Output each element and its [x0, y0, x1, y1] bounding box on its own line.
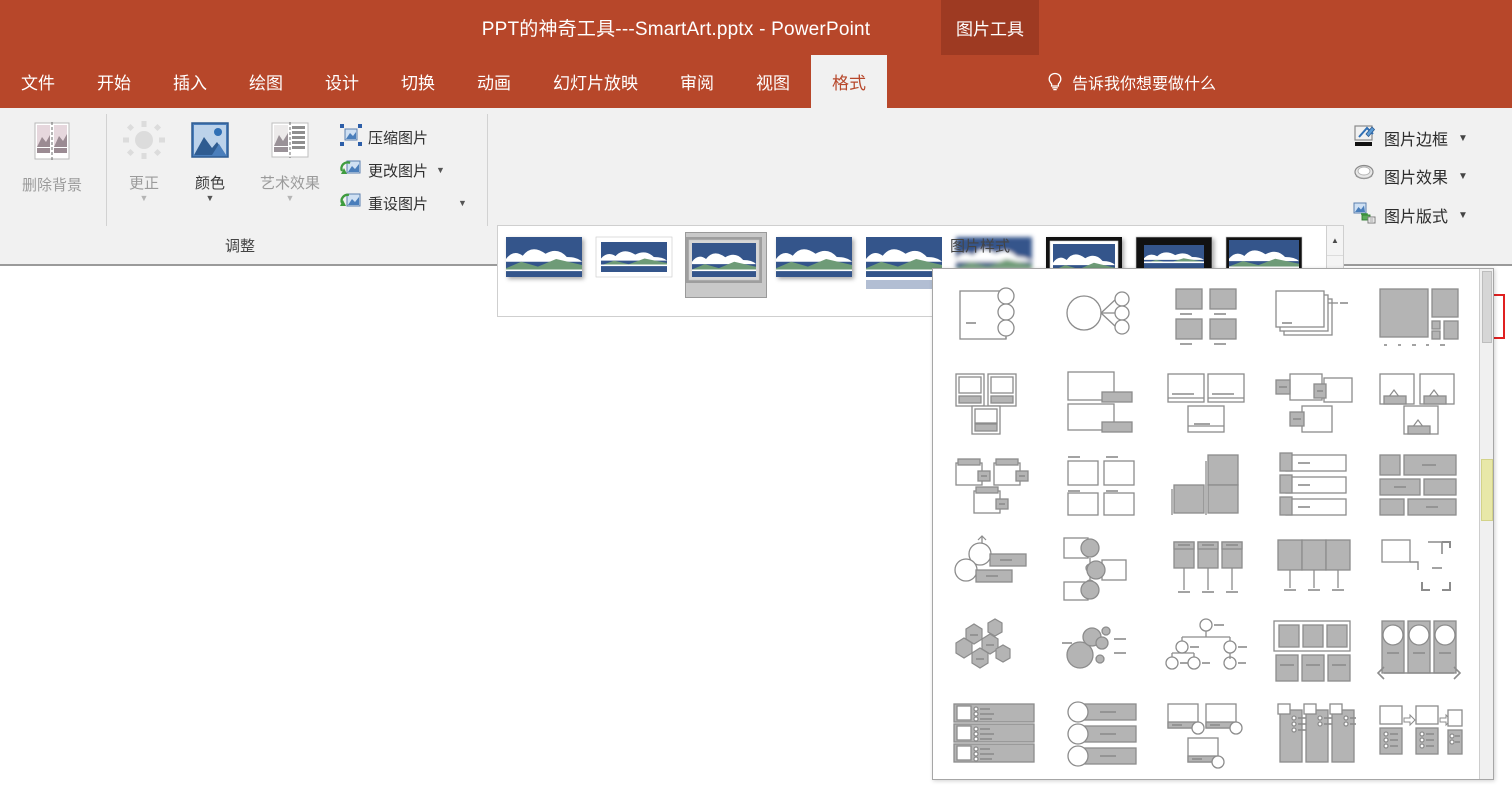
- chevron-down-icon[interactable]: ▼: [436, 165, 445, 175]
- color-button[interactable]: 颜色 ▼: [182, 120, 238, 203]
- picture-layout-item-alternating-picture-blocks[interactable]: [1259, 690, 1365, 773]
- contextual-tab-group-label: 图片工具: [941, 0, 1039, 55]
- window-title: PPT的神奇工具---SmartArt.pptx - PowerPoint: [481, 19, 871, 40]
- ribbon: 删除背景 更正 ▼ 颜色 ▼ 艺术效果 ▼ 压缩图片 更改图片 ▼ 重设图片 ▼…: [0, 108, 1512, 487]
- group-label-picture-styles: 图片样式: [949, 238, 1010, 255]
- picture-layout-item-snapshot-picture-list[interactable]: [1153, 524, 1259, 607]
- picture-layout-item-titled-picture-blocks[interactable]: [1365, 607, 1471, 690]
- powerpoint-window: PPT的神奇工具---SmartArt.pptx - PowerPoint 图片…: [0, 0, 1512, 789]
- change-picture-icon: [340, 157, 362, 184]
- compress-picture-icon: [340, 123, 362, 151]
- reset-picture-button[interactable]: 重设图片 ▼: [340, 188, 467, 218]
- picture-layout-item-titled-picture-accent-list[interactable]: [1259, 607, 1365, 690]
- ribbon-tab-2[interactable]: 插入: [152, 55, 228, 108]
- remove-background-label: 删除背景: [21, 177, 82, 194]
- dropdown-scrollbar[interactable]: [1479, 269, 1493, 779]
- ribbon-tab-9[interactable]: 视图: [735, 55, 811, 108]
- picture-layout-item-picture-lineup[interactable]: [1259, 441, 1365, 524]
- chevron-down-icon[interactable]: ▼: [1458, 133, 1468, 144]
- picture-layout-item-spiral-picture[interactable]: [1259, 524, 1365, 607]
- artistic-effects-icon: [268, 120, 312, 169]
- color-label: 颜色: [194, 175, 225, 192]
- chevron-down-icon[interactable]: ▼: [1458, 171, 1468, 182]
- picture-layout-label: 图片版式: [1384, 209, 1449, 226]
- ribbon-tab-0[interactable]: 文件: [0, 55, 76, 108]
- picture-layout-item-bubble-picture-list[interactable]: [1153, 275, 1259, 358]
- tell-me-label: 告诉我你想要做什么: [1072, 75, 1217, 93]
- ribbon-tab-3[interactable]: 绘图: [228, 55, 304, 108]
- picture-layout-item-accented-picture[interactable]: [941, 275, 1047, 358]
- picture-layout-item-theme-picture-alternating[interactable]: [1047, 607, 1153, 690]
- ribbon-tab-5[interactable]: 切换: [380, 55, 456, 108]
- picture-layout-item-picture-caption-list[interactable]: [1047, 441, 1153, 524]
- picture-border-button[interactable]: 图片边框 ▼: [1353, 122, 1468, 154]
- ribbon-group-labels: 调整 图片样式: [0, 233, 1512, 487]
- remove-background-icon: [30, 120, 74, 171]
- group-label-adjust: 调整: [224, 238, 255, 255]
- picture-layout-item-continuous-picture-list[interactable]: [941, 358, 1047, 441]
- artistic-effects-label: 艺术效果: [259, 175, 320, 192]
- picture-layout-grid: [941, 275, 1471, 773]
- ribbon-tab-10[interactable]: 格式: [811, 55, 887, 108]
- color-icon: [188, 120, 232, 169]
- corrections-button[interactable]: 更正 ▼: [116, 120, 172, 203]
- dropdown-scroll-marker: [1481, 459, 1493, 521]
- remove-background-button[interactable]: 删除背景: [8, 120, 96, 195]
- lightbulb-icon: [1047, 72, 1063, 92]
- chevron-down-icon[interactable]: ▼: [1458, 210, 1468, 221]
- chevron-down-icon[interactable]: ▼: [286, 194, 295, 203]
- picture-layout-item-picture-accent-list[interactable]: [1365, 358, 1471, 441]
- change-picture-button[interactable]: 更改图片 ▼: [340, 155, 445, 185]
- reset-picture-label: 重设图片: [368, 195, 429, 213]
- picture-layout-icon: [1353, 201, 1377, 230]
- picture-effects-icon: [1353, 162, 1377, 191]
- picture-border-icon: [1353, 124, 1377, 153]
- picture-layout-item-radial-picture-list[interactable]: [1047, 524, 1153, 607]
- ribbon-tab-8[interactable]: 审阅: [659, 55, 735, 108]
- compress-picture-label: 压缩图片: [368, 129, 429, 147]
- picture-layout-item-theme-picture-grid[interactable]: [1153, 607, 1259, 690]
- picture-border-label: 图片边框: [1384, 132, 1449, 149]
- picture-layout-item-bending-picture-caption[interactable]: [1047, 275, 1153, 358]
- picture-layout-item-circular-picture-callout[interactable]: [1365, 275, 1471, 358]
- picture-layout-item-picture-accent-process[interactable]: [941, 441, 1047, 524]
- ribbon-tab-1[interactable]: 开始: [76, 55, 152, 108]
- picture-effects-button[interactable]: 图片效果 ▼: [1353, 160, 1468, 192]
- picture-layout-item-bending-picture-semi-transparent[interactable]: [1365, 690, 1471, 773]
- ribbon-tab-6[interactable]: 动画: [456, 55, 532, 108]
- ribbon-tab-7[interactable]: 幻灯片放映: [532, 55, 659, 108]
- change-picture-label: 更改图片: [368, 162, 429, 180]
- picture-layout-item-picture-accent-blocks[interactable]: [1259, 358, 1365, 441]
- picture-effects-label: 图片效果: [1384, 170, 1449, 187]
- title-bar: PPT的神奇工具---SmartArt.pptx - PowerPoint 图片…: [0, 0, 1512, 55]
- tell-me-box[interactable]: 告诉我你想要做什么: [1047, 55, 1216, 108]
- corrections-icon: [122, 120, 166, 169]
- reset-picture-icon: [340, 190, 362, 217]
- ribbon-tab-strip: 文件 开始 插入 绘图 设计 切换 动画 幻灯片放映 审阅 视图 格式 告诉我你想要做什么: [0, 55, 1512, 108]
- picture-layout-item-picture-strips[interactable]: [941, 524, 1047, 607]
- picture-layout-button[interactable]: 图片版式 ▼: [1353, 199, 1468, 231]
- picture-layout-item-framed-text-picture[interactable]: [1047, 358, 1153, 441]
- chevron-down-icon[interactable]: ▼: [140, 194, 149, 203]
- picture-layout-item-staggered-process[interactable]: [1365, 524, 1471, 607]
- corrections-label: 更正: [128, 175, 159, 192]
- picture-layout-item-picture-organization-chart[interactable]: [1365, 441, 1471, 524]
- chevron-down-icon[interactable]: ▼: [206, 194, 215, 203]
- artistic-effects-button[interactable]: 艺术效果 ▼: [246, 120, 334, 203]
- picture-layout-item-titled-picture-lineup[interactable]: [941, 690, 1047, 773]
- picture-layout-item-vertical-picture-list[interactable]: [1153, 690, 1259, 773]
- picture-layout-item-captioned-pictures[interactable]: [1259, 275, 1365, 358]
- picture-layout-item-theme-picture-accent[interactable]: [941, 607, 1047, 690]
- picture-layout-item-picture-grid[interactable]: [1153, 441, 1259, 524]
- ribbon-tab-4[interactable]: 设计: [304, 55, 380, 108]
- dropdown-scrollbar-thumb[interactable]: [1482, 271, 1492, 343]
- compress-picture-button[interactable]: 压缩图片: [340, 122, 428, 152]
- ribbon-tabs: 文件 开始 插入 绘图 设计 切换 动画 幻灯片放映 审阅 视图 格式: [0, 55, 887, 108]
- picture-layout-item-vertical-picture-accent-list[interactable]: [1047, 690, 1153, 773]
- picture-layout-item-hexagon-cluster[interactable]: [1153, 358, 1259, 441]
- picture-layout-dropdown-panel[interactable]: [932, 268, 1494, 780]
- chevron-down-icon[interactable]: ▼: [458, 198, 467, 208]
